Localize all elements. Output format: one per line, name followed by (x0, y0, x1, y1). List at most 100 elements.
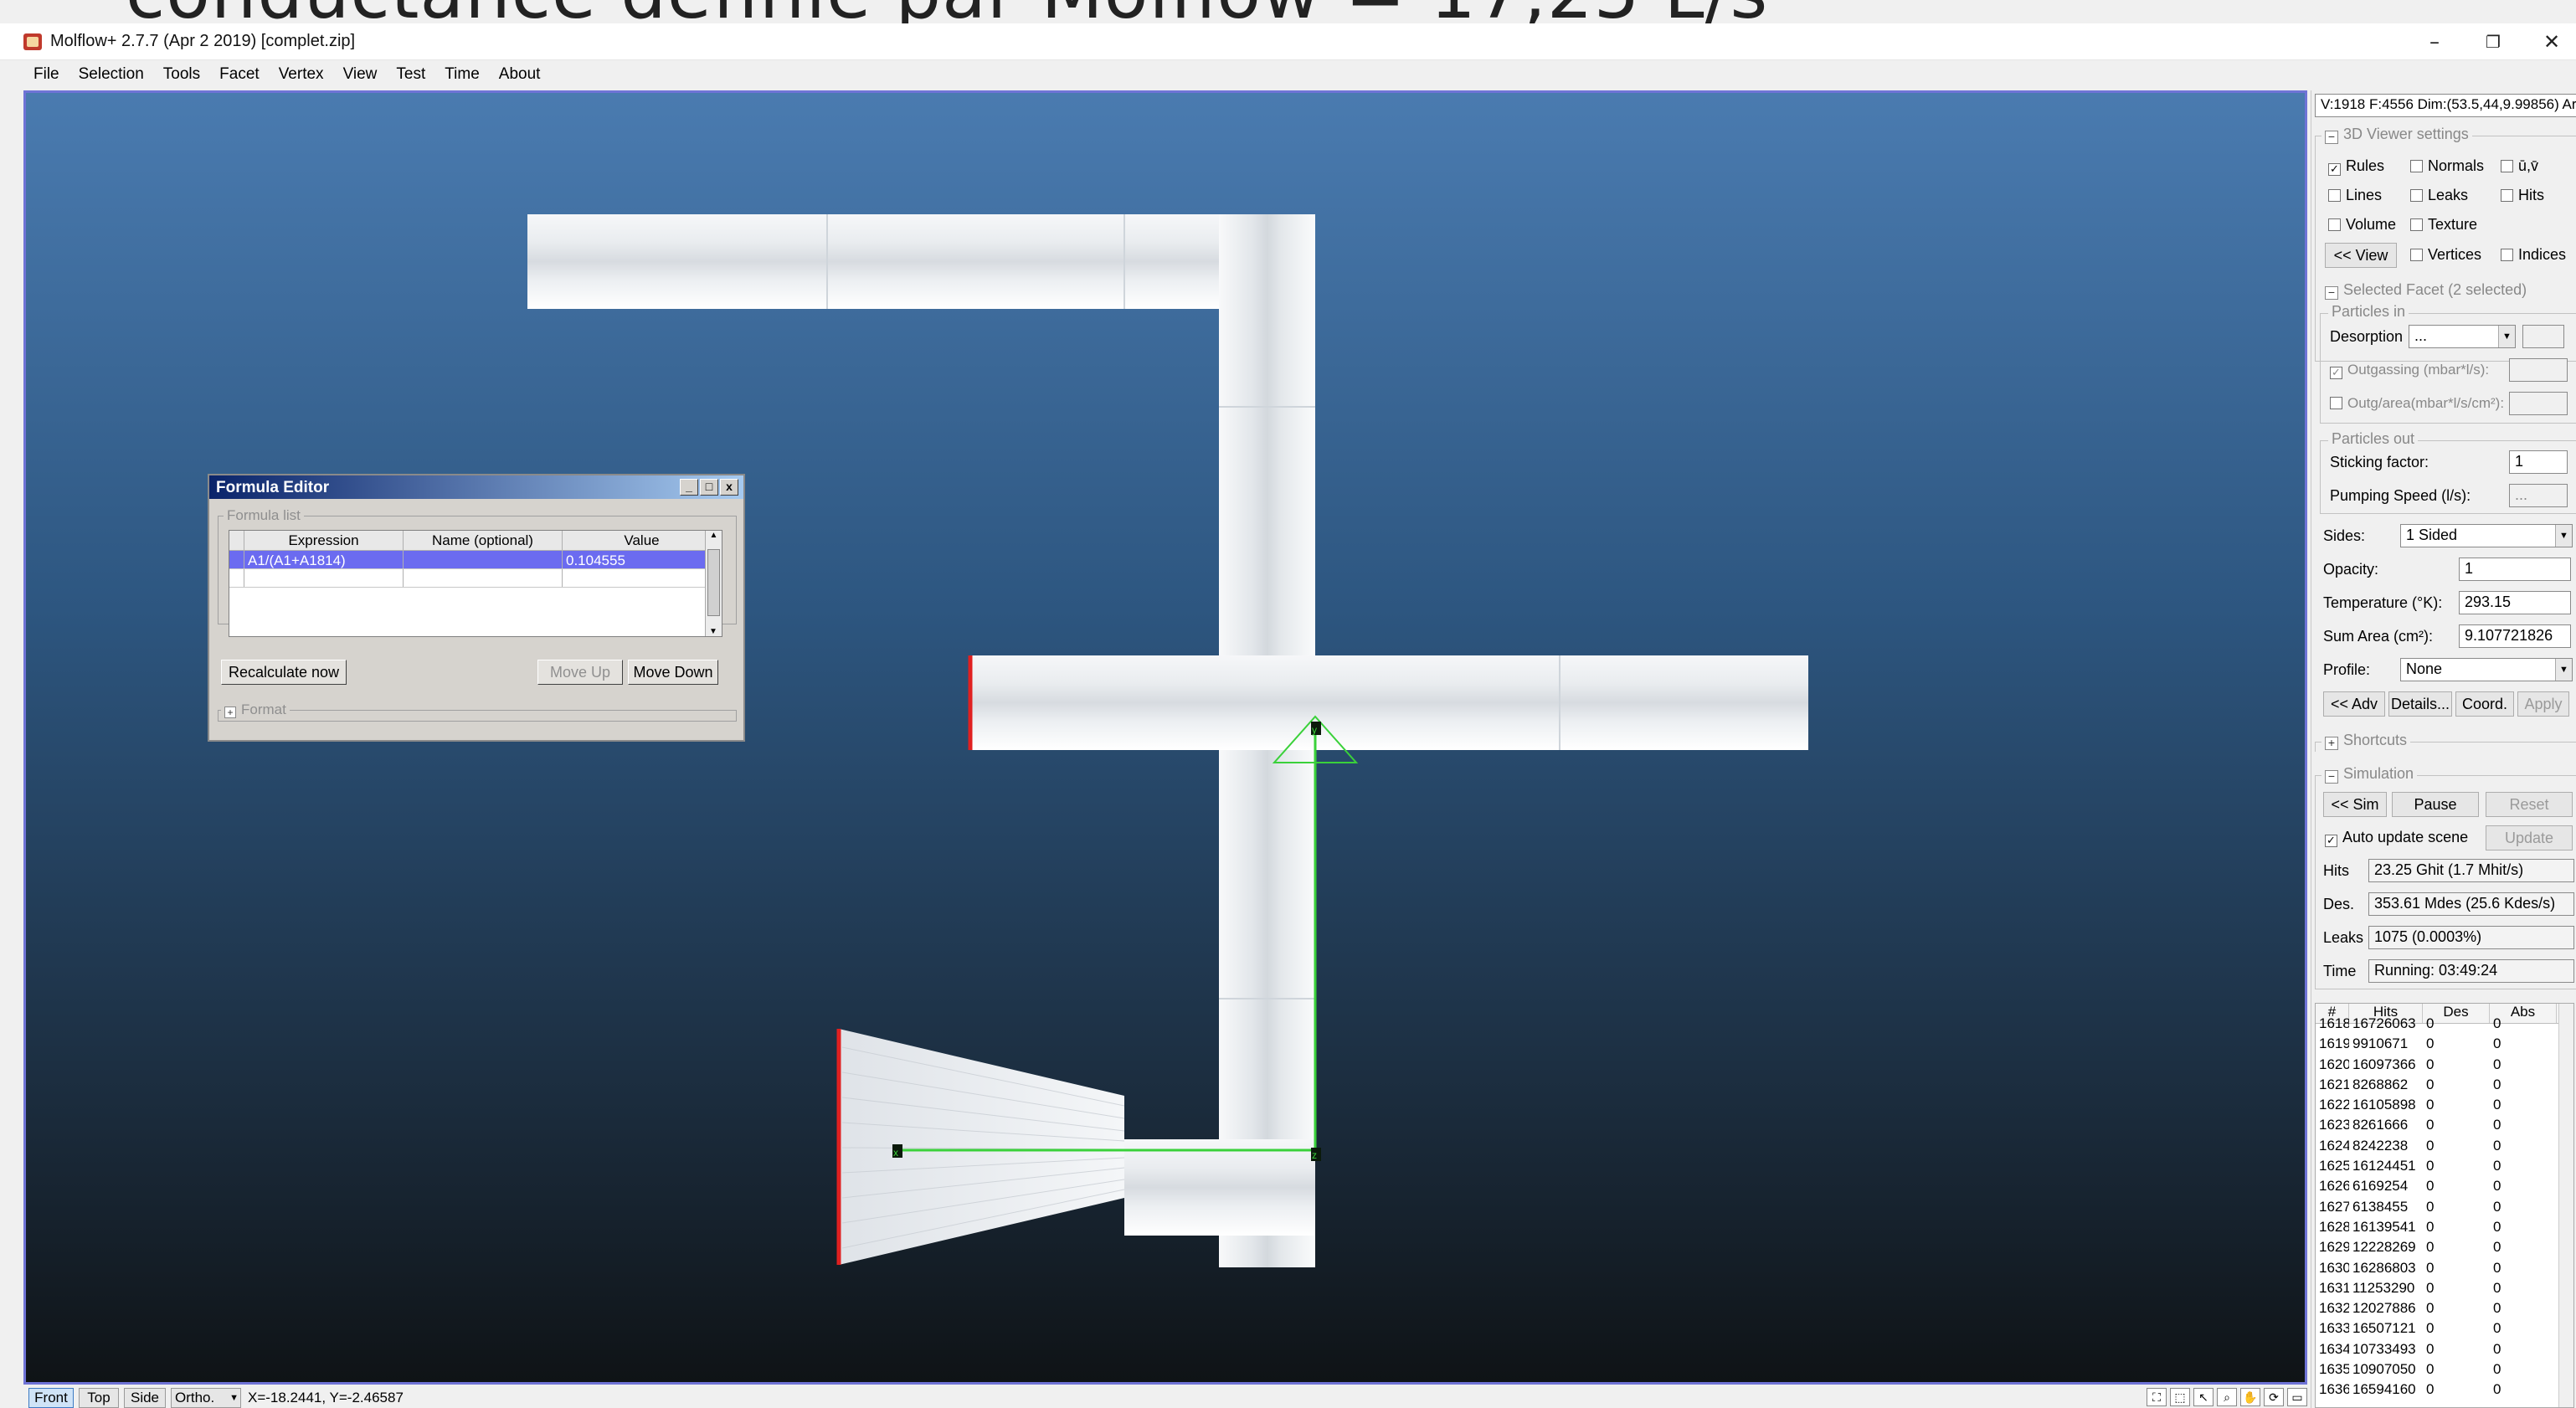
menu-time[interactable]: Time (434, 62, 489, 89)
menu-test[interactable]: Test (386, 62, 434, 89)
close-button[interactable]: ✕ (2528, 27, 2575, 57)
hits-table-row[interactable]: 1632 12027886 0 0 (2316, 1300, 2573, 1320)
chevron-down-icon[interactable]: ▼ (2555, 659, 2572, 681)
menu-file[interactable]: File (23, 62, 69, 89)
checkbox-icon[interactable]: ✓ (2325, 835, 2337, 847)
hits-table-row[interactable]: 1623 8261666 0 0 (2316, 1117, 2573, 1137)
check-lines[interactable]: Lines (2328, 187, 2382, 204)
pumping-field[interactable]: ... (2509, 484, 2568, 507)
restore-button[interactable]: ❐ (2470, 27, 2517, 57)
check-texture[interactable]: Texture (2410, 216, 2477, 234)
hits-table-row[interactable]: 1618 16726063 0 0 (2316, 1015, 2573, 1035)
reset-button[interactable]: Reset (2486, 792, 2573, 817)
hits-table-row[interactable]: 1619 9910671 0 0 (2316, 1035, 2573, 1056)
pan-hand-icon[interactable]: ✋ (2240, 1388, 2260, 1406)
sticking-field[interactable]: 1 (2509, 450, 2568, 474)
hits-table-row[interactable]: 1628 16139541 0 0 (2316, 1219, 2573, 1239)
checkbox-icon[interactable] (2501, 189, 2513, 202)
apply-button[interactable]: Apply (2517, 691, 2569, 717)
move-up-button[interactable]: Move Up (537, 660, 623, 685)
viewer-settings-header[interactable]: −3D Viewer settings (2321, 126, 2472, 144)
hits-table-row[interactable]: 1620 16097366 0 0 (2316, 1056, 2573, 1077)
check-volume[interactable]: Volume (2328, 216, 2396, 234)
pause-button[interactable]: Pause (2392, 792, 2479, 817)
window-icon[interactable]: ▭ (2287, 1388, 2307, 1406)
hits-table-row[interactable]: 1629 12228269 0 0 (2316, 1239, 2573, 1259)
collapse-icon[interactable]: − (2325, 286, 2338, 300)
check-rules[interactable]: ✓ Rules (2328, 157, 2384, 176)
check-leaks[interactable]: Leaks (2410, 187, 2468, 204)
menu-facet[interactable]: Facet (209, 62, 269, 89)
hits-table-row[interactable]: 1621 8268862 0 0 (2316, 1077, 2573, 1097)
zoom-icon[interactable]: ⌕ (2217, 1388, 2237, 1406)
formula-expression-cell[interactable] (244, 569, 404, 587)
outg-area-field[interactable] (2509, 392, 2568, 415)
chevron-down-icon[interactable]: ▼ (2498, 326, 2515, 347)
formula-row[interactable]: A1/(A1+A1814) 0.104555 (229, 551, 722, 569)
hits-table-row[interactable]: 1622 16105898 0 0 (2316, 1097, 2573, 1117)
collapse-icon[interactable]: − (2325, 131, 2338, 144)
minimize-button[interactable]: – (2411, 27, 2458, 57)
adv-button[interactable]: << Adv (2323, 691, 2385, 717)
formula-name-cell[interactable] (404, 551, 563, 568)
menu-view[interactable]: View (333, 62, 387, 89)
simulation-header[interactable]: − Simulation (2321, 765, 2418, 784)
shortcuts-header[interactable]: + Shortcuts (2321, 732, 2411, 750)
hits-table-row[interactable]: 1624 8242238 0 0 (2316, 1138, 2573, 1158)
desorption-exponent-field[interactable] (2522, 325, 2564, 348)
checkbox-icon[interactable] (2328, 218, 2341, 231)
checkbox-icon[interactable] (2410, 160, 2423, 172)
hits-table-row[interactable]: 1631 11253290 0 0 (2316, 1280, 2573, 1300)
fe-close-button[interactable]: x (720, 479, 738, 496)
menu-selection[interactable]: Selection (69, 62, 153, 89)
hits-table-row[interactable]: 1625 16124451 0 0 (2316, 1158, 2573, 1178)
col-expression[interactable]: Expression (244, 531, 404, 550)
checkbox-icon[interactable] (2410, 249, 2423, 261)
select-all-icon[interactable]: ⛶ (2147, 1388, 2167, 1406)
checkbox-icon[interactable] (2330, 397, 2342, 409)
check-hits[interactable]: Hits (2501, 187, 2544, 204)
formula-name-cell[interactable] (404, 569, 563, 587)
menu-vertex[interactable]: Vertex (269, 62, 333, 89)
scroll-thumb[interactable] (707, 549, 720, 616)
cone-section[interactable] (839, 1029, 1124, 1265)
middle-pipe[interactable] (970, 655, 1808, 750)
scroll-down-icon[interactable]: ▼ (706, 627, 721, 636)
hits-table-row[interactable]: 1636 16594160 0 0 (2316, 1381, 2573, 1401)
outg-area-check[interactable]: Outg/area(mbar*l/s/cm²): (2330, 395, 2504, 412)
select-vertex-icon[interactable]: ↖ (2193, 1388, 2214, 1406)
facet-hits-table[interactable]: # Hits Des Abs 1618 16726063 0 0 1619 9910671… (2315, 1003, 2574, 1408)
chevron-down-icon[interactable]: ▼ (229, 1389, 239, 1407)
checkbox-icon[interactable]: ✓ (2328, 163, 2341, 176)
bottom-pipe[interactable] (1124, 1139, 1315, 1236)
formula-row-empty[interactable] (229, 569, 722, 588)
check-indices[interactable]: Indices (2501, 246, 2566, 264)
opacity-field[interactable]: 1 (2459, 558, 2571, 581)
expand-icon[interactable]: + (2325, 737, 2338, 750)
update-button[interactable]: Update (2486, 825, 2573, 850)
outgassing-check[interactable]: ✓ Outgassing (mbar*l/s): (2330, 362, 2489, 379)
top-pipe[interactable] (527, 214, 1283, 309)
sides-select[interactable]: 1 Sided ▼ (2400, 524, 2573, 547)
checkbox-icon[interactable] (2501, 249, 2513, 261)
collapse-icon[interactable]: − (2325, 770, 2338, 784)
formula-table[interactable]: Expression Name (optional) Value A1/(A1+… (229, 530, 722, 637)
temperature-field[interactable]: 293.15 (2459, 591, 2571, 614)
auto-update-check[interactable]: ✓ Auto update scene (2325, 829, 2468, 847)
col-value[interactable]: Value (563, 531, 722, 550)
scroll-up-icon[interactable]: ▲ (706, 531, 722, 540)
sim-button[interactable]: << Sim (2323, 792, 2387, 817)
checkbox-icon[interactable] (2328, 189, 2341, 202)
outgassing-field[interactable] (2509, 358, 2568, 382)
format-toggle[interactable]: + Format (221, 701, 290, 718)
hits-table-row[interactable]: 1635 10907050 0 0 (2316, 1361, 2573, 1381)
selected-facet-header[interactable]: − Selected Facet (2 selected) (2321, 281, 2531, 300)
front-view-button[interactable]: Front (28, 1388, 74, 1408)
checkbox-icon[interactable]: ✓ (2330, 367, 2342, 379)
chevron-down-icon[interactable]: ▼ (2555, 525, 2572, 547)
menu-about[interactable]: About (489, 62, 550, 89)
menu-tools[interactable]: Tools (153, 62, 209, 89)
col-name[interactable]: Name (optional) (404, 531, 563, 550)
checkbox-icon[interactable] (2410, 218, 2423, 231)
hits-table-row[interactable]: 1633 16507121 0 0 (2316, 1320, 2573, 1340)
